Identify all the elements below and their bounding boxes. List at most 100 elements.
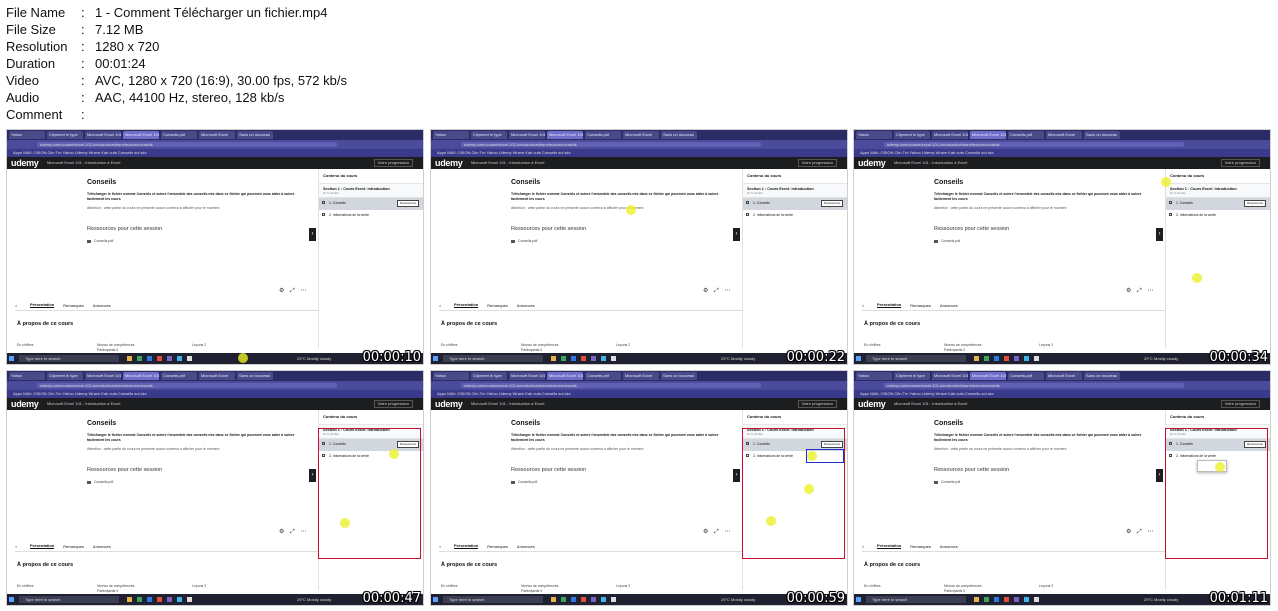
player-controls[interactable]: ⚙ ⤢ ⋯: [1126, 528, 1156, 536]
course-title[interactable]: Microsoft Excel 101 : Introduction à Exc…: [47, 160, 120, 165]
lecture-item[interactable]: 2. Informations de la vente: [743, 210, 847, 222]
word-icon[interactable]: [994, 597, 999, 602]
browser-tab[interactable]: Clipment le type: [47, 131, 83, 139]
udemy-logo[interactable]: udemy: [11, 399, 39, 409]
excel-icon[interactable]: [984, 356, 989, 361]
chevron-right-icon[interactable]: ›: [309, 469, 316, 482]
lecture-item-current[interactable]: 1. Conseils Ressources: [1166, 198, 1270, 210]
weather-widget[interactable]: 29°C Mostly cloudy: [297, 355, 331, 362]
bookmarks-bar[interactable]: Apps MAIL OSION Citn Tm Yahoo Udemy Wrav…: [854, 149, 1270, 157]
tab-annonces[interactable]: Annonces: [517, 544, 535, 549]
course-title[interactable]: Microsoft Excel 101 : Introduction à Exc…: [894, 401, 967, 406]
teams-icon[interactable]: [1014, 356, 1019, 361]
weather-widget[interactable]: 29°C Mostly cloudy: [1144, 355, 1178, 362]
browser-tab[interactable]: Conseils.pdf: [161, 372, 197, 380]
weather-widget[interactable]: 29°C Mostly cloudy: [721, 355, 755, 362]
progress-button[interactable]: Votre progression: [797, 159, 837, 167]
bookmarks-bar[interactable]: Apps MAIL OSION Citn Tm Yahoo Udemy Wrav…: [431, 390, 847, 398]
video-thumbnail[interactable]: Yabox Clipment le type Microsoft Excel 1…: [853, 129, 1271, 365]
course-title[interactable]: Microsoft Excel 101 : Introduction à Exc…: [471, 160, 544, 165]
browser-tab[interactable]: Conseils.pdf: [1008, 131, 1044, 139]
excel-icon[interactable]: [984, 597, 989, 602]
folder-icon[interactable]: [127, 356, 132, 361]
weather-widget[interactable]: 29°C Mostly cloudy: [297, 596, 331, 603]
browser-tab[interactable]: Yabox: [856, 372, 892, 380]
search-icon[interactable]: ⌕: [862, 303, 868, 308]
url-input[interactable]: udemy.com/course/excel-101-introduction/…: [37, 142, 337, 147]
taskbar-search[interactable]: Type here to search: [443, 596, 543, 603]
browser-tab-active[interactable]: Microsoft Excel 101: [547, 131, 583, 139]
resource-file-link[interactable]: Conseils.pdf: [934, 239, 960, 243]
weather-widget[interactable]: 29°C Mostly cloudy: [721, 596, 755, 603]
search-icon[interactable]: ⌕: [439, 303, 445, 308]
excel-icon[interactable]: [561, 356, 566, 361]
browser-tab[interactable]: Microsoft Excel 101: [85, 372, 121, 380]
browser-tab[interactable]: Conseils.pdf: [585, 131, 621, 139]
windows-start-icon[interactable]: [433, 356, 438, 361]
player-controls[interactable]: ⚙ ⤢ ⋯: [703, 287, 733, 295]
tab-remarques[interactable]: Remarques: [63, 303, 84, 308]
progress-button[interactable]: Votre progression: [797, 400, 837, 408]
word-icon[interactable]: [571, 597, 576, 602]
teams-icon[interactable]: [591, 356, 596, 361]
lecture-item[interactable]: 2. Informations de la vente: [1166, 210, 1270, 222]
browser-tab-active[interactable]: Microsoft Excel 101: [123, 131, 159, 139]
course-title[interactable]: Microsoft Excel 101 : Introduction à Exc…: [47, 401, 120, 406]
browser-tab[interactable]: Microsoft Excel: [623, 372, 659, 380]
browser-tab[interactable]: Clipment le type: [47, 372, 83, 380]
app-icon[interactable]: [1034, 597, 1039, 602]
browser-tab[interactable]: Conseils.pdf: [161, 131, 197, 139]
edge-icon[interactable]: [601, 356, 606, 361]
lecture-item-current[interactable]: 1. Conseils Ressources: [743, 198, 847, 210]
app-icon[interactable]: [1034, 356, 1039, 361]
chevron-right-icon[interactable]: ›: [733, 469, 740, 482]
tab-annonces[interactable]: Annonces: [517, 303, 535, 308]
browser-tab[interactable]: Microsoft Excel 101: [509, 372, 545, 380]
lecture-item[interactable]: 2. Informations de la vente: [319, 210, 423, 222]
folder-icon[interactable]: [974, 356, 979, 361]
folder-icon[interactable]: [974, 597, 979, 602]
course-title[interactable]: Microsoft Excel 101 : Introduction à Exc…: [894, 160, 967, 165]
teams-icon[interactable]: [167, 597, 172, 602]
tab-remarques[interactable]: Remarques: [63, 544, 84, 549]
resources-dropdown[interactable]: Ressources: [821, 200, 843, 207]
edge-icon[interactable]: [177, 597, 182, 602]
edge-icon[interactable]: [177, 356, 182, 361]
udemy-logo[interactable]: udemy: [11, 158, 39, 168]
excel-icon[interactable]: [137, 356, 142, 361]
search-icon[interactable]: ⌕: [439, 544, 445, 549]
chevron-right-icon[interactable]: ›: [1156, 228, 1163, 241]
browser-tab[interactable]: Clipment le type: [894, 372, 930, 380]
bookmarks-bar[interactable]: Apps MAIL OSION Citn Tm Yahoo Udemy Wrav…: [854, 390, 1270, 398]
folder-icon[interactable]: [551, 597, 556, 602]
resource-file-link[interactable]: Conseils.pdf: [87, 239, 113, 243]
taskbar-search[interactable]: Type here to search: [19, 596, 119, 603]
browser-tab[interactable]: Sans un nouveau: [1084, 131, 1120, 139]
browser-tab[interactable]: Yabox: [9, 131, 45, 139]
browser-tab[interactable]: Sans un nouveau: [661, 372, 697, 380]
teams-icon[interactable]: [591, 597, 596, 602]
tab-annonces[interactable]: Annonces: [940, 303, 958, 308]
taskbar-search[interactable]: Type here to search: [866, 355, 966, 362]
chrome-icon[interactable]: [157, 597, 162, 602]
browser-tab[interactable]: Microsoft Excel: [623, 131, 659, 139]
app-icon[interactable]: [187, 597, 192, 602]
excel-icon[interactable]: [561, 597, 566, 602]
word-icon[interactable]: [994, 356, 999, 361]
section-header[interactable]: Section 1 : Cours Excel: Introduction 0 …: [319, 184, 423, 198]
browser-tab[interactable]: Sans un nouveau: [1084, 372, 1120, 380]
progress-button[interactable]: Votre progression: [1220, 159, 1260, 167]
progress-button[interactable]: Votre progression: [373, 159, 413, 167]
browser-tab[interactable]: Microsoft Excel 101: [932, 131, 968, 139]
resources-dropdown[interactable]: Ressources: [397, 200, 419, 207]
browser-tab[interactable]: Yabox: [433, 131, 469, 139]
search-icon[interactable]: ⌕: [862, 544, 868, 549]
excel-icon[interactable]: [137, 597, 142, 602]
bookmarks-bar[interactable]: Apps MAIL OSION Citn Tm Yahoo Udemy Wrav…: [7, 390, 423, 398]
browser-tab[interactable]: Microsoft Excel: [199, 131, 235, 139]
course-title[interactable]: Microsoft Excel 101 : Introduction à Exc…: [471, 401, 544, 406]
player-controls[interactable]: ⚙ ⤢ ⋯: [279, 528, 309, 536]
app-icon[interactable]: [187, 356, 192, 361]
tab-presentation[interactable]: Présentation: [30, 302, 55, 308]
bookmarks-bar[interactable]: Apps MAIL OSION Citn Tm Yahoo Udemy Wrav…: [431, 149, 847, 157]
